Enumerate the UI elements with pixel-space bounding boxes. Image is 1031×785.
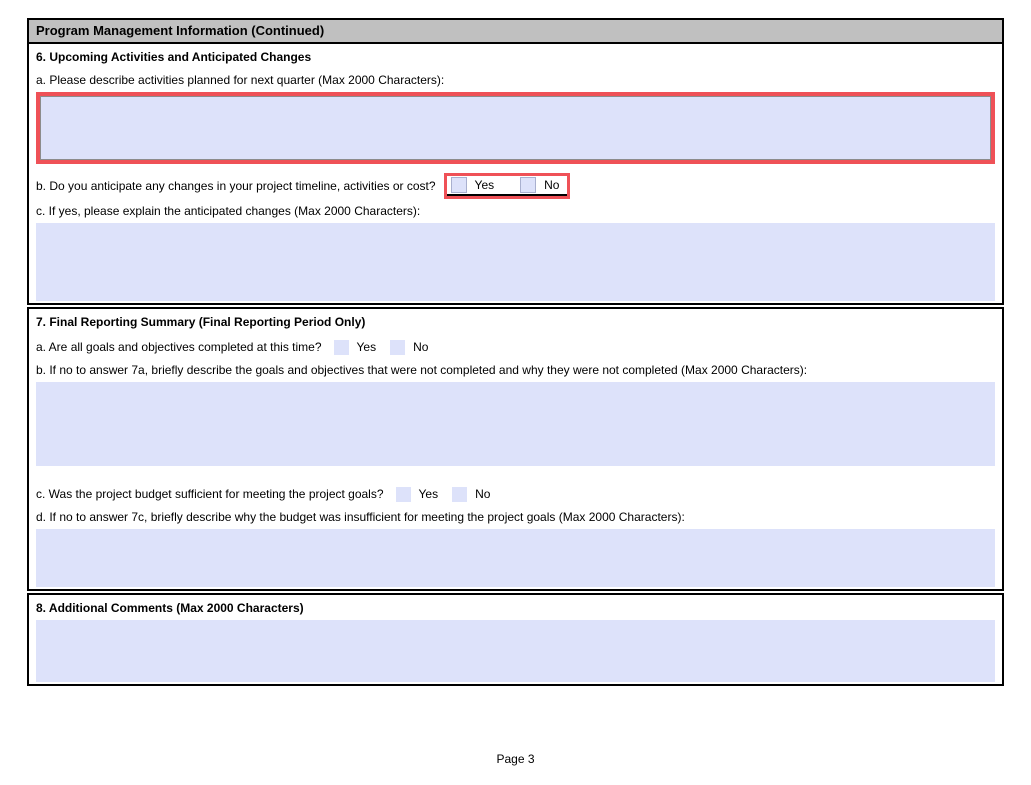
- question-7c-label: c. Was the project budget sufficient for…: [36, 487, 384, 501]
- section-7-title: 7. Final Reporting Summary (Final Report…: [36, 315, 366, 329]
- question-7a-row: a. Are all goals and objectives complete…: [36, 339, 995, 355]
- question-6a-highlight-border: [36, 92, 995, 164]
- question-6b-row: b. Do you anticipate any changes in your…: [36, 173, 995, 199]
- question-6a-label: a. Please describe activities planned fo…: [36, 73, 445, 87]
- question-6b-yes-no-group: Yes No: [446, 176, 568, 196]
- question-6b-label: b. Do you anticipate any changes in your…: [36, 179, 436, 193]
- form-page: Program Management Information (Continue…: [27, 18, 1004, 686]
- question-6b-no-label: No: [544, 178, 560, 192]
- page-number: Page 3: [496, 752, 535, 766]
- question-7c-no-label: No: [475, 487, 491, 501]
- question-6c-textarea[interactable]: [36, 223, 995, 301]
- question-7b-textarea[interactable]: [36, 382, 995, 466]
- section-8-additional-comments: 8. Additional Comments (Max 2000 Charact…: [27, 593, 1004, 686]
- question-7a-yes-checkbox[interactable]: [333, 339, 349, 355]
- question-6b-yes-checkbox[interactable]: [450, 177, 467, 193]
- question-7d-label: d. If no to answer 7c, briefly describe …: [36, 510, 685, 524]
- section-8-textarea[interactable]: [36, 620, 995, 682]
- section-6-title: 6. Upcoming Activities and Anticipated C…: [36, 50, 312, 64]
- page-section-header: Program Management Information (Continue…: [27, 18, 1004, 44]
- section-6-upcoming-activities: 6. Upcoming Activities and Anticipated C…: [27, 42, 1004, 305]
- question-7a-no-label: No: [413, 340, 429, 354]
- question-7d-textarea[interactable]: [36, 529, 995, 587]
- section-8-title: 8. Additional Comments (Max 2000 Charact…: [36, 601, 304, 615]
- question-6c-label: c. If yes, please explain the anticipate…: [36, 204, 421, 218]
- question-7a-yes-label: Yes: [356, 340, 377, 354]
- question-7c-yes-label: Yes: [418, 487, 439, 501]
- question-7a-label: a. Are all goals and objectives complete…: [36, 340, 322, 354]
- question-6a-textarea[interactable]: [40, 96, 991, 160]
- question-6b-highlight-border: Yes No: [443, 173, 571, 199]
- page-section-header-title: Program Management Information (Continue…: [36, 23, 325, 38]
- question-7b-label: b. If no to answer 7a, briefly describe …: [36, 363, 808, 377]
- question-6b-no-checkbox[interactable]: [520, 177, 537, 193]
- question-7c-yes-checkbox[interactable]: [395, 486, 411, 502]
- section-7-final-reporting: 7. Final Reporting Summary (Final Report…: [27, 307, 1004, 591]
- question-7c-row: c. Was the project budget sufficient for…: [36, 486, 995, 502]
- question-7c-no-checkbox[interactable]: [452, 486, 468, 502]
- question-6b-yes-label: Yes: [474, 178, 495, 192]
- question-7a-no-checkbox[interactable]: [390, 339, 406, 355]
